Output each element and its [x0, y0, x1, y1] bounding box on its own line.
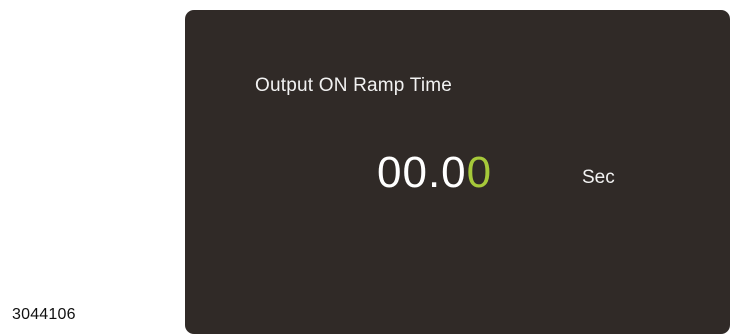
page: 3044106 Output ON Ramp Time 00.0 0 Sec	[0, 0, 731, 335]
selected-digit-cursor[interactable]: 0	[467, 148, 492, 198]
ramp-time-digits: 00.0	[377, 148, 467, 197]
ramp-time-value[interactable]: 00.0 0	[377, 148, 492, 208]
figure-id-label: 3044106	[12, 306, 76, 323]
unit-label: Sec	[582, 167, 615, 188]
screen-title: Output ON Ramp Time	[255, 75, 453, 96]
device-screen: Output ON Ramp Time 00.0 0 Sec	[185, 10, 730, 334]
